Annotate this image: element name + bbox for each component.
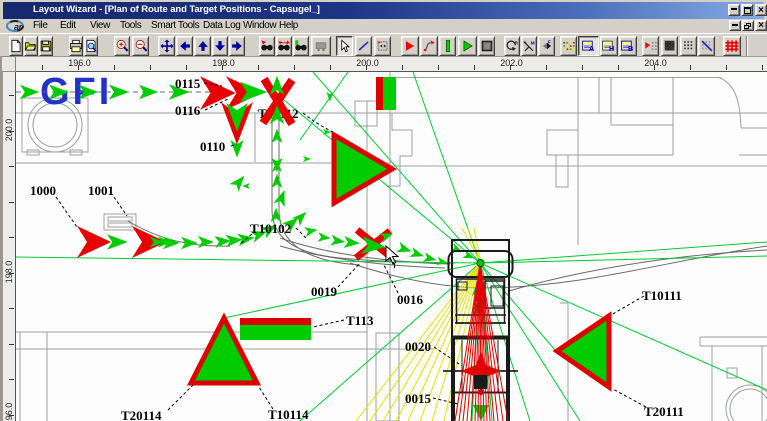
svg-text:0115: 0115 [175, 76, 201, 91]
svg-text:0110: 0110 [200, 139, 225, 154]
svg-text:1001: 1001 [88, 183, 114, 198]
svg-text:B: B [628, 44, 633, 53]
svg-text:T20114: T20114 [121, 408, 162, 421]
svg-text:H: H [609, 44, 614, 53]
svg-text:A: A [589, 44, 595, 53]
svg-text:0019: 0019 [311, 284, 338, 299]
svg-text:M: M [531, 40, 535, 46]
svg-text:R: R [514, 40, 518, 46]
svg-text:T10102: T10102 [250, 221, 291, 236]
svg-text:0016: 0016 [397, 292, 424, 307]
svg-text:T10111: T10111 [642, 288, 682, 303]
svg-text:T113: T113 [346, 313, 374, 328]
svg-text:0116: 0116 [175, 103, 201, 118]
svg-text:0020: 0020 [405, 339, 431, 354]
svg-text:T10114: T10114 [268, 407, 309, 421]
svg-text:ar: ar [14, 22, 23, 32]
svg-text:1000: 1000 [30, 183, 56, 198]
svg-text:F: F [547, 40, 550, 46]
svg-text:T20111: T20111 [644, 404, 684, 419]
svg-text:0015: 0015 [405, 391, 432, 406]
